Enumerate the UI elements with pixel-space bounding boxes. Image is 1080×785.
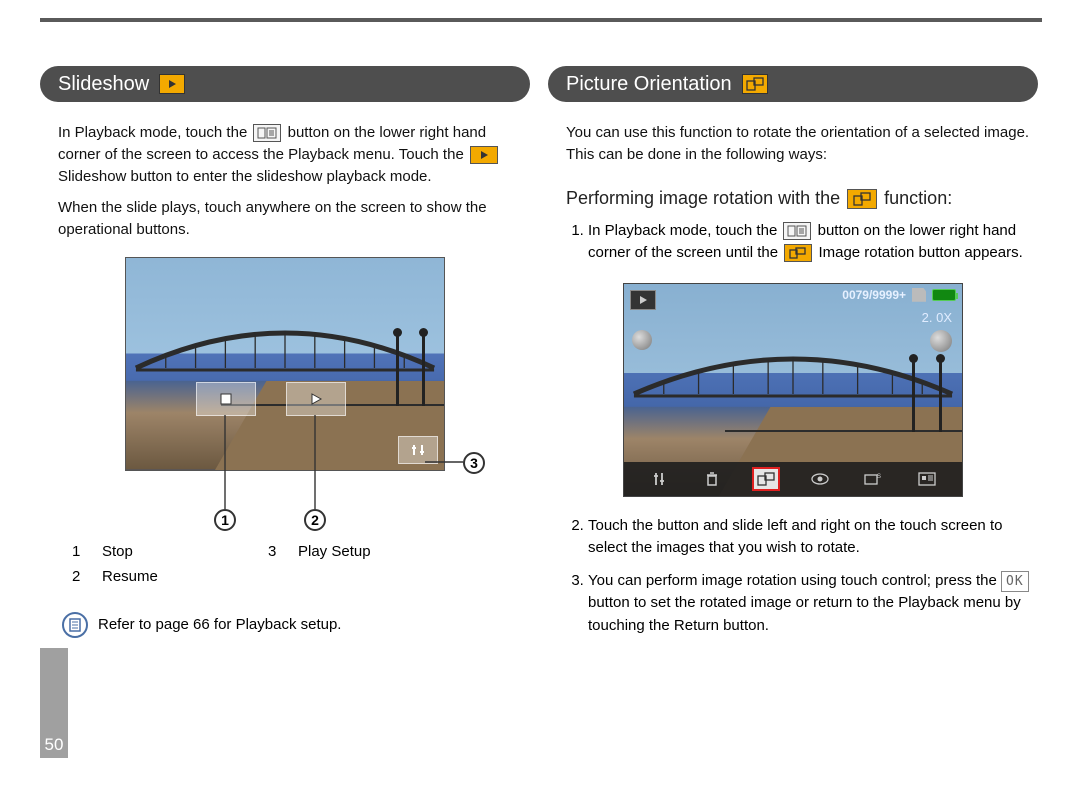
callout-2: 2 [304,509,326,531]
callout-legend: 1 Stop 3 Play Setup 2 Resume [72,539,530,590]
sd-card-icon [912,288,926,302]
ok-button-icon: OK [1001,571,1029,593]
rotate-icon [742,74,768,94]
manual-page: Slideshow In Playback mode, touch the bu… [40,18,1042,753]
section-title: Slideshow [58,73,149,96]
svg-text:S: S [877,474,881,480]
text: When the slide plays, touch anywhere on … [58,197,526,241]
text: You can use this function to rotate the … [566,122,1034,166]
frame-counter: 0079/9999+ [842,288,906,302]
playback-mode-icon [630,290,656,310]
camera-screen: 0079/9999+ 2. 0X S [623,283,963,497]
slideshow-instructions: In Playback mode, touch the button on th… [40,122,530,251]
right-column: Picture Orientation You can use this fun… [548,66,1038,647]
tools-icon[interactable] [646,468,672,490]
footnote: Refer to page 66 for Playback setup. [62,612,530,638]
resize-icon[interactable]: S [860,468,886,490]
subheading: Performing image rotation with the funct… [566,186,1034,210]
left-dial-icon [632,330,652,350]
section-title: Picture Orientation [566,73,732,96]
slideshow-screenshot: 1 2 3 [125,257,445,471]
text: In Playback mode, touch the [58,124,251,141]
callout-3: 3 [463,452,485,474]
text: function: [884,188,952,208]
text: Slideshow button to enter the slideshow … [58,168,432,185]
battery-icon [932,289,956,301]
slideshow-button-icon [470,146,498,164]
page-number: 50 [40,735,68,755]
rotation-steps-cont: Touch the button and slide left and righ… [548,515,1038,648]
resume-overlay-button[interactable] [286,382,346,416]
text: In Playback mode, touch the [588,222,781,239]
display-icon[interactable] [914,468,940,490]
section-header-orientation: Picture Orientation [548,66,1038,102]
text: Image rotation button appears. [818,244,1022,261]
rotation-steps: In Playback mode, touch the button on th… [548,220,1038,275]
footnote-text: Refer to page 66 for Playback setup. [98,616,341,633]
text: button to set the rotated image or retur… [588,594,1021,634]
touch-menu-icon [253,124,281,142]
slideshow-play-icon [159,74,185,94]
section-header-slideshow: Slideshow [40,66,530,102]
bottom-toolbar: S [624,462,962,496]
legend-label: Resume [102,564,158,590]
callout-1: 1 [214,509,236,531]
rotate-function-icon [847,189,877,209]
legend-num: 3 [268,539,282,565]
note-icon [62,612,88,638]
redeye-icon[interactable] [807,468,833,490]
touch-menu-icon [783,222,811,240]
zoom-level: 2. 0X [922,310,952,325]
stop-overlay-button[interactable] [196,382,256,416]
text: You can perform image rotation using tou… [588,572,1001,589]
delete-icon[interactable] [699,468,725,490]
camera-screen [125,257,445,471]
status-bar: 0079/9999+ [842,288,956,302]
step-1: In Playback mode, touch the button on th… [588,220,1038,265]
right-dial-icon [930,330,952,352]
legend-label: Stop [102,539,133,565]
play-setup-overlay-button[interactable] [398,436,438,464]
text: Performing image rotation with the [566,188,845,208]
step-3: You can perform image rotation using tou… [588,570,1038,638]
orientation-intro: You can use this function to rotate the … [548,122,1038,176]
step-2: Touch the button and slide left and righ… [588,515,1038,560]
legend-num: 2 [72,564,86,590]
legend-label: Play Setup [298,539,371,565]
left-column: Slideshow In Playback mode, touch the bu… [40,66,530,647]
legend-num: 1 [72,539,86,565]
orientation-screenshot: 0079/9999+ 2. 0X S [623,283,963,497]
rotate-icon[interactable] [753,468,779,490]
rotate-button-icon [784,244,812,262]
